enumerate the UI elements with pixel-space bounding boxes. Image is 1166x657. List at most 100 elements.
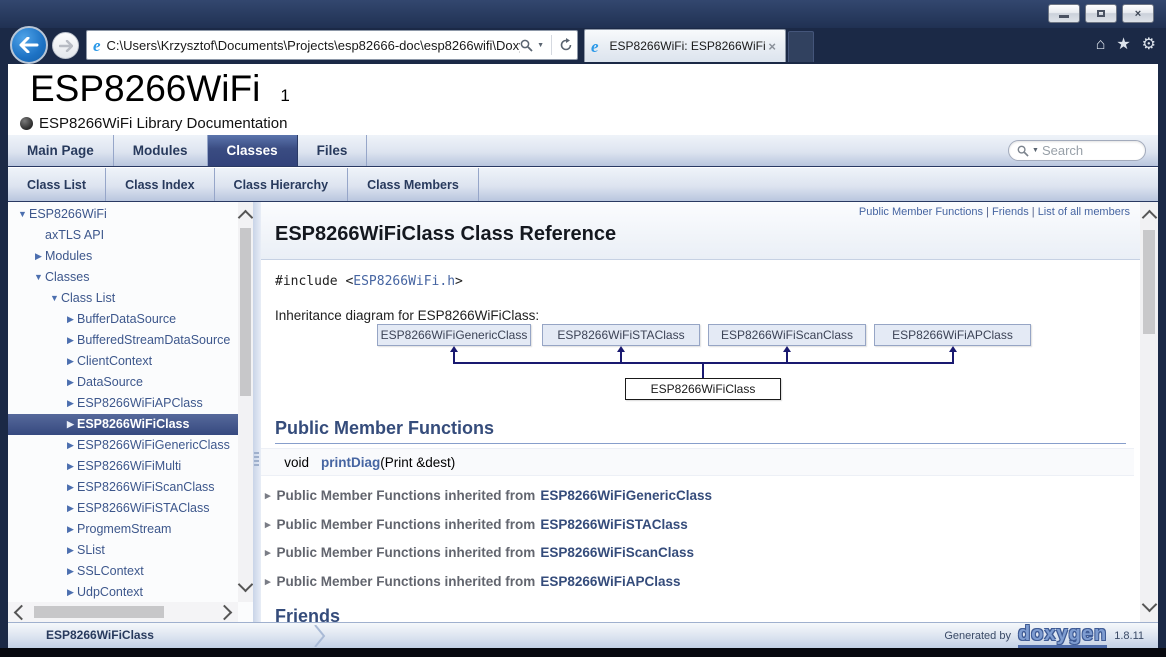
inherited-section-toggle[interactable]: ▸ Public Member Functions inherited from… [265,488,712,503]
search-box[interactable]: ▼ Search [1008,140,1146,161]
inherited-section-toggle[interactable]: ▸ Public Member Functions inherited from… [265,545,694,560]
nav-tree: ▼ESP8266WiFi axTLS API ▶Modules ▼Classes… [8,202,238,602]
tree-item-esp8266wifiapclass[interactable]: ▶ESP8266WiFiAPClass [8,393,238,414]
minimize-button[interactable] [1048,4,1080,23]
summary-link-all-members[interactable]: List of all members [1038,206,1130,218]
tab-class-list[interactable]: Class List [8,168,106,201]
tree-item-modules[interactable]: ▶Modules [8,246,238,267]
tab-class-hierarchy[interactable]: Class Hierarchy [215,168,349,201]
tab-main-page[interactable]: Main Page [8,135,114,166]
tree-item-esp8266wificlass[interactable]: ▶ESP8266WiFiClass [8,414,238,435]
address-url[interactable]: C:\Users\Krzysztof\Documents\Projects\es… [107,38,521,53]
tree-collapsed-icon[interactable]: ▶ [64,330,77,351]
panel-splitter[interactable] [253,202,261,622]
doxygen-logo[interactable]: doxygen [1018,624,1107,648]
tree-collapsed-icon[interactable]: ▶ [64,561,77,582]
content-vertical-scrollbar[interactable] [1140,202,1158,622]
tree-collapsed-icon[interactable]: ▶ [64,414,77,435]
new-tab-button[interactable] [788,31,814,62]
diagram-node[interactable]: ESP8266WiFiGenericClass [377,324,531,346]
tree-item-classes[interactable]: ▼Classes [8,267,238,288]
tree-item-progmemstream[interactable]: ▶ProgmemStream [8,519,238,540]
tree-item-slist[interactable]: ▶SList [8,540,238,561]
scroll-up-icon[interactable] [1142,210,1158,226]
tree-collapsed-icon[interactable]: ▶ [64,540,77,561]
tree-collapsed-icon[interactable]: ▶ [64,372,77,393]
scroll-left-icon[interactable] [14,605,30,621]
tree-item-sslcontext[interactable]: ▶SSLContext [8,561,238,582]
tree-item-esp8266wifiscanclass[interactable]: ▶ESP8266WiFiScanClass [8,477,238,498]
scrollbar-thumb[interactable] [34,606,164,618]
browser-tab[interactable]: e ESP8266WiFi: ESP8266WiFi... × [584,29,786,62]
tree-item-esp8266wifimulti[interactable]: ▶ESP8266WiFiMulti [8,456,238,477]
inheritance-diagram: ESP8266WiFiGenericClass ESP8266WiFiSTACl… [261,324,1140,404]
include-file-link[interactable]: ESP8266WiFi.h [353,274,455,289]
tree-collapsed-icon[interactable]: ▶ [64,351,77,372]
tree-item-datasource[interactable]: ▶DataSource [8,372,238,393]
tree-collapsed-icon[interactable]: ▶ [64,498,77,519]
tree-collapsed-icon[interactable]: ▶ [64,309,77,330]
tree-collapsed-icon[interactable]: ▶ [64,393,77,414]
tab-label: Classes [227,143,278,158]
scrollbar-thumb[interactable] [240,228,251,396]
scrollbar-thumb[interactable] [1143,230,1155,334]
tab-modules[interactable]: Modules [114,135,208,166]
inherited-class-link[interactable]: ESP8266WiFiAPClass [540,574,680,589]
breadcrumb-item[interactable]: ESP8266WiFiClass [46,628,154,642]
diagram-node[interactable]: ESP8266WiFiScanClass [708,324,866,346]
sidebar-horizontal-scrollbar[interactable] [8,602,238,622]
tree-item-esp8266wifi[interactable]: ▼ESP8266WiFi [8,204,238,225]
home-icon[interactable]: ⌂ [1096,34,1106,56]
tree-collapsed-icon[interactable]: ▶ [64,435,77,456]
inherited-class-link[interactable]: ESP8266WiFiScanClass [540,545,694,560]
tree-expanded-icon[interactable]: ▼ [16,204,29,225]
tab-close-icon[interactable]: × [765,39,779,54]
address-bar[interactable]: e C:\Users\Krzysztof\Documents\Projects\… [86,30,578,60]
inherited-class-link[interactable]: ESP8266WiFiGenericClass [540,488,712,503]
scroll-up-icon[interactable] [238,210,254,226]
summary-link-public-members[interactable]: Public Member Functions [859,206,983,218]
summary-link-friends[interactable]: Friends [992,206,1029,218]
inherited-class-link[interactable]: ESP8266WiFiSTAClass [540,517,687,532]
tree-expanded-icon[interactable]: ▼ [48,288,61,309]
tree-label: ESP8266WiFiSTAClass [77,498,209,519]
tree-item-class-list[interactable]: ▼Class List [8,288,238,309]
member-name-link[interactable]: printDiag [321,455,380,470]
search-options-icon[interactable]: ▼ [1032,147,1039,154]
diagram-node[interactable]: ESP8266WiFiAPClass [874,324,1031,346]
settings-gear-icon[interactable]: ⚙ [1142,34,1156,56]
scroll-down-icon[interactable] [1142,597,1158,613]
refresh-icon[interactable] [559,38,573,52]
inherited-section-toggle[interactable]: ▸ Public Member Functions inherited from… [265,574,681,589]
scroll-right-icon[interactable] [217,605,233,621]
tree-item-bufferdatasource[interactable]: ▶BufferDataSource [8,309,238,330]
tree-expanded-icon[interactable]: ▼ [32,267,45,288]
tab-class-index[interactable]: Class Index [106,168,214,201]
tree-collapsed-icon[interactable]: ▶ [64,477,77,498]
tree-item-bufferedstreamdatasource[interactable]: ▶BufferedStreamDataSource [8,330,238,351]
tree-item-udpcontext[interactable]: ▶UdpContext [8,582,238,602]
tab-classes[interactable]: Classes [208,135,298,166]
tree-collapsed-icon[interactable]: ▶ [64,519,77,540]
sidebar-vertical-scrollbar[interactable] [238,202,253,602]
search-icon[interactable] [520,39,533,52]
tree-item-esp8266wifistaclass[interactable]: ▶ESP8266WiFiSTAClass [8,498,238,519]
tree-label: ESP8266WiFiGenericClass [77,435,230,456]
tree-item-esp8266wifigenericclass[interactable]: ▶ESP8266WiFiGenericClass [8,435,238,456]
diagram-node[interactable]: ESP8266WiFiSTAClass [542,324,700,346]
close-window-button[interactable]: × [1122,4,1154,23]
forward-button[interactable] [52,32,79,59]
tree-collapsed-icon[interactable]: ▶ [32,246,45,267]
tree-collapsed-icon[interactable]: ▶ [64,582,77,602]
tab-files[interactable]: Files [298,135,368,166]
favorites-star-icon[interactable]: ★ [1116,34,1130,56]
scroll-down-icon[interactable] [238,577,254,593]
inherited-section-toggle[interactable]: ▸ Public Member Functions inherited from… [265,517,688,532]
tab-class-members[interactable]: Class Members [348,168,479,201]
tree-collapsed-icon[interactable]: ▶ [64,456,77,477]
tree-item-clientcontext[interactable]: ▶ClientContext [8,351,238,372]
search-dropdown-icon[interactable]: ▼ [537,42,544,49]
tree-item-axtls-api[interactable]: axTLS API [8,225,238,246]
restore-button[interactable] [1085,4,1117,23]
back-button[interactable] [10,26,48,64]
